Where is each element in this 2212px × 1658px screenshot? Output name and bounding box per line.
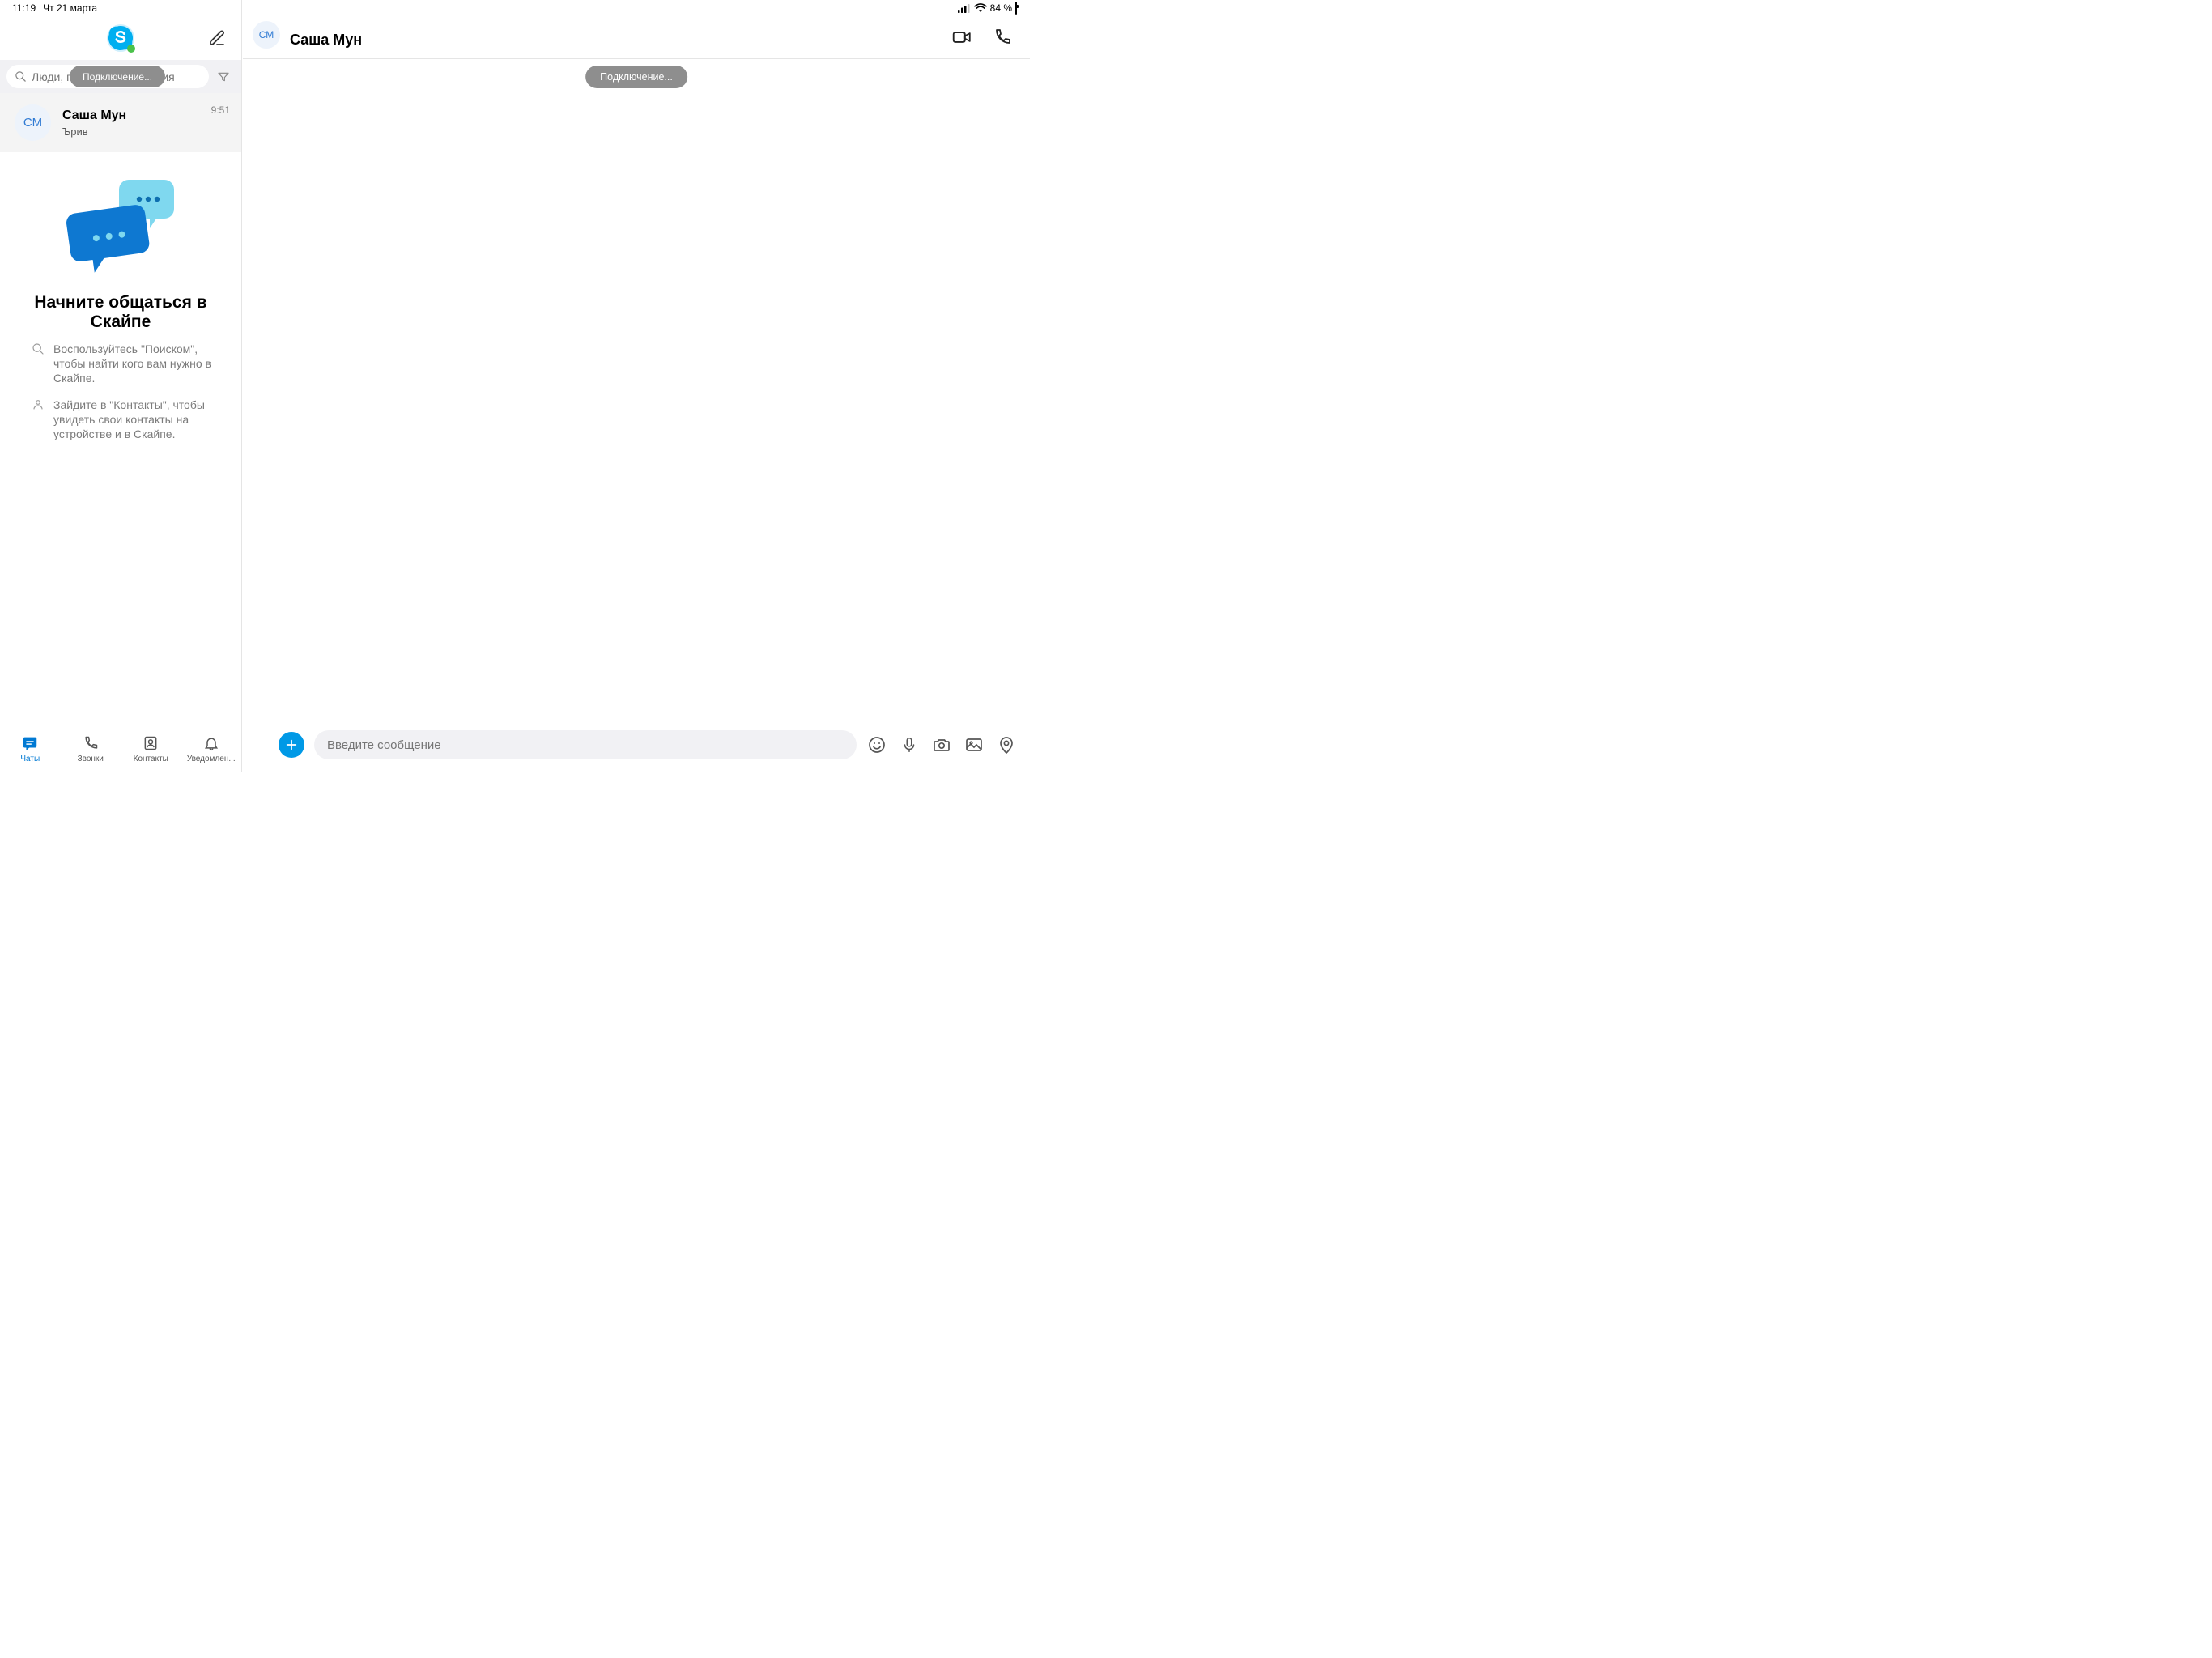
search-icon xyxy=(31,342,45,386)
chat-time: 9:51 xyxy=(211,104,230,116)
connecting-toast-sidebar: Подключение... xyxy=(70,66,165,87)
contacts-icon xyxy=(141,733,160,753)
emoji-button[interactable] xyxy=(866,734,887,755)
battery-pct: 84 % xyxy=(990,2,1012,14)
avatar[interactable]: СМ xyxy=(253,21,280,49)
chat-illustration-icon xyxy=(64,173,177,278)
onboarding-block: Начните общаться в Скайпе Воспользуйтесь… xyxy=(0,152,241,453)
video-call-button[interactable] xyxy=(951,26,973,49)
tip-text: Воспользуйтесь "Поиском", чтобы найти ко… xyxy=(53,342,215,386)
skype-logo-icon[interactable] xyxy=(105,23,136,53)
message-input[interactable] xyxy=(314,730,857,759)
gallery-button[interactable] xyxy=(963,734,985,755)
tab-contacts[interactable]: Контакты xyxy=(121,725,181,772)
chat-panel: СМ Саша Мун Подключение... xyxy=(243,0,1030,772)
connecting-label: Подключение... xyxy=(83,71,152,83)
chat-name: Саша Мун xyxy=(62,108,230,123)
chat-title: Саша Мун xyxy=(290,32,941,49)
onboarding-tip: Зайдите в "Контакты", чтобы увидеть свои… xyxy=(31,397,228,442)
signal-icon xyxy=(958,4,971,13)
audio-call-button[interactable] xyxy=(991,26,1014,49)
tab-label: Уведомлен... xyxy=(187,755,236,763)
camera-button[interactable] xyxy=(931,734,952,755)
onboarding-tip: Воспользуйтесь "Поиском", чтобы найти ко… xyxy=(31,342,228,386)
new-chat-button[interactable] xyxy=(206,27,228,49)
bottom-tabs: Чаты Звонки Контакты Уведомлен... xyxy=(0,725,241,772)
avatar: СМ xyxy=(15,104,51,141)
tab-label: Контакты xyxy=(134,755,168,763)
chat-body: Подключение... xyxy=(243,59,1030,723)
search-icon xyxy=(15,70,27,83)
tab-label: Чаты xyxy=(20,755,40,763)
tab-notifications[interactable]: Уведомлен... xyxy=(181,725,242,772)
phone-icon xyxy=(81,733,100,753)
add-attachment-button[interactable] xyxy=(279,732,304,758)
connecting-label: Подключение... xyxy=(600,71,673,83)
connecting-toast-main: Подключение... xyxy=(585,66,687,88)
bell-icon xyxy=(202,733,221,753)
tab-chats[interactable]: Чаты xyxy=(0,725,61,772)
chat-icon xyxy=(20,733,40,753)
location-button[interactable] xyxy=(996,734,1017,755)
battery-icon xyxy=(1015,2,1017,14)
composer xyxy=(243,723,1030,772)
wifi-icon xyxy=(974,3,987,13)
onboarding-title: Начните общаться в Скайпе xyxy=(13,293,228,332)
filter-button[interactable] xyxy=(212,65,235,88)
status-time: 11:19 xyxy=(12,2,36,14)
tab-label: Звонки xyxy=(78,755,104,763)
sidebar: Подключение... СМ Саша Мун Ърив 9:51 xyxy=(0,0,242,772)
status-bar: 11:19 Чт 21 марта 84 % xyxy=(0,0,1030,16)
chat-list-item[interactable]: СМ Саша Мун Ърив 9:51 xyxy=(0,93,241,152)
person-icon xyxy=(31,397,45,442)
tip-text: Зайдите в "Контакты", чтобы увидеть свои… xyxy=(53,397,215,442)
microphone-button[interactable] xyxy=(899,734,920,755)
chat-snippet: Ърив xyxy=(62,125,230,138)
tab-calls[interactable]: Звонки xyxy=(61,725,121,772)
status-date: Чт 21 марта xyxy=(43,2,97,14)
